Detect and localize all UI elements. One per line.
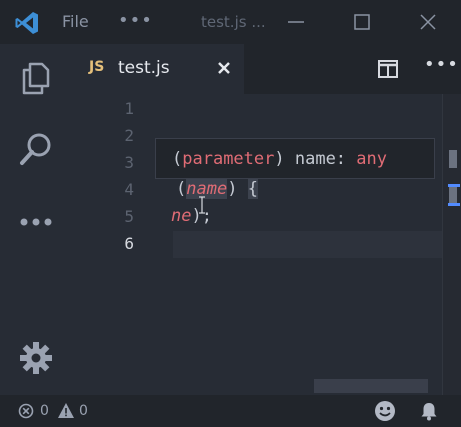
error-count[interactable]: 0 <box>40 403 49 419</box>
search-icon[interactable] <box>16 130 56 170</box>
vertical-scrollbar[interactable] <box>442 94 461 395</box>
line-number-active: 6 <box>124 234 134 253</box>
line-number: 1 <box>124 99 134 118</box>
feedback-smiley-icon[interactable] <box>374 400 396 422</box>
window-title: test.js ... <box>201 13 266 31</box>
title-bar: File ••• test.js ... <box>0 0 461 44</box>
line-number: 3 <box>124 153 134 172</box>
hover-tooltip: (parameter) name: any <box>155 138 435 179</box>
minimize-icon[interactable] <box>286 12 306 32</box>
settings-gear-icon[interactable] <box>16 338 56 378</box>
code-line-4: (name) { <box>176 179 258 199</box>
code-token-param: ne <box>171 206 192 226</box>
line-number: 2 <box>124 126 134 145</box>
text-cursor-icon <box>199 196 205 214</box>
vscode-logo-icon[interactable] <box>14 10 40 36</box>
activity-bar <box>0 44 72 395</box>
tab-label: test.js <box>118 58 170 78</box>
current-line-highlight <box>173 231 461 258</box>
explorer-files-icon[interactable] <box>16 58 56 98</box>
js-file-icon: JS <box>89 59 105 75</box>
overview-ruler-cursor <box>448 184 460 187</box>
hover-name: name: <box>284 149 357 169</box>
line-number: 4 <box>124 180 134 199</box>
code-token-brace: { <box>247 179 258 199</box>
split-editor-icon[interactable] <box>378 60 398 78</box>
warning-count[interactable]: 0 <box>79 403 88 419</box>
status-bar: 0 0 <box>0 395 461 427</box>
horizontal-scrollbar-thumb[interactable] <box>314 379 428 393</box>
notifications-bell-icon[interactable] <box>419 401 439 421</box>
overview-ruler-mark <box>449 186 457 204</box>
hover-type: any <box>356 149 387 169</box>
code-token: ) <box>227 179 238 199</box>
more-views-icon[interactable] <box>16 204 56 244</box>
code-token: ( <box>176 179 187 199</box>
code-line-5: ne); <box>171 206 212 226</box>
error-icon[interactable] <box>18 403 34 419</box>
close-window-icon[interactable] <box>418 12 438 32</box>
maximize-icon[interactable] <box>352 12 372 32</box>
menu-file[interactable]: File <box>62 12 89 31</box>
overview-ruler-cursor <box>448 203 460 206</box>
code-token-param: name <box>186 179 228 199</box>
hover-token: ( <box>172 149 183 169</box>
menu-more-button[interactable]: ••• <box>118 10 153 31</box>
line-number: 5 <box>124 207 134 226</box>
close-tab-icon[interactable] <box>215 59 233 77</box>
editor-more-actions-button[interactable]: ••• <box>424 54 459 75</box>
overview-ruler-mark <box>449 150 457 168</box>
tab-test-js[interactable]: JS test.js <box>72 44 244 94</box>
hover-token: ) <box>274 149 285 169</box>
hover-kind: parameter <box>182 149 275 169</box>
editor-tab-bar: JS test.js ••• <box>72 44 461 94</box>
warning-icon[interactable] <box>57 402 75 419</box>
